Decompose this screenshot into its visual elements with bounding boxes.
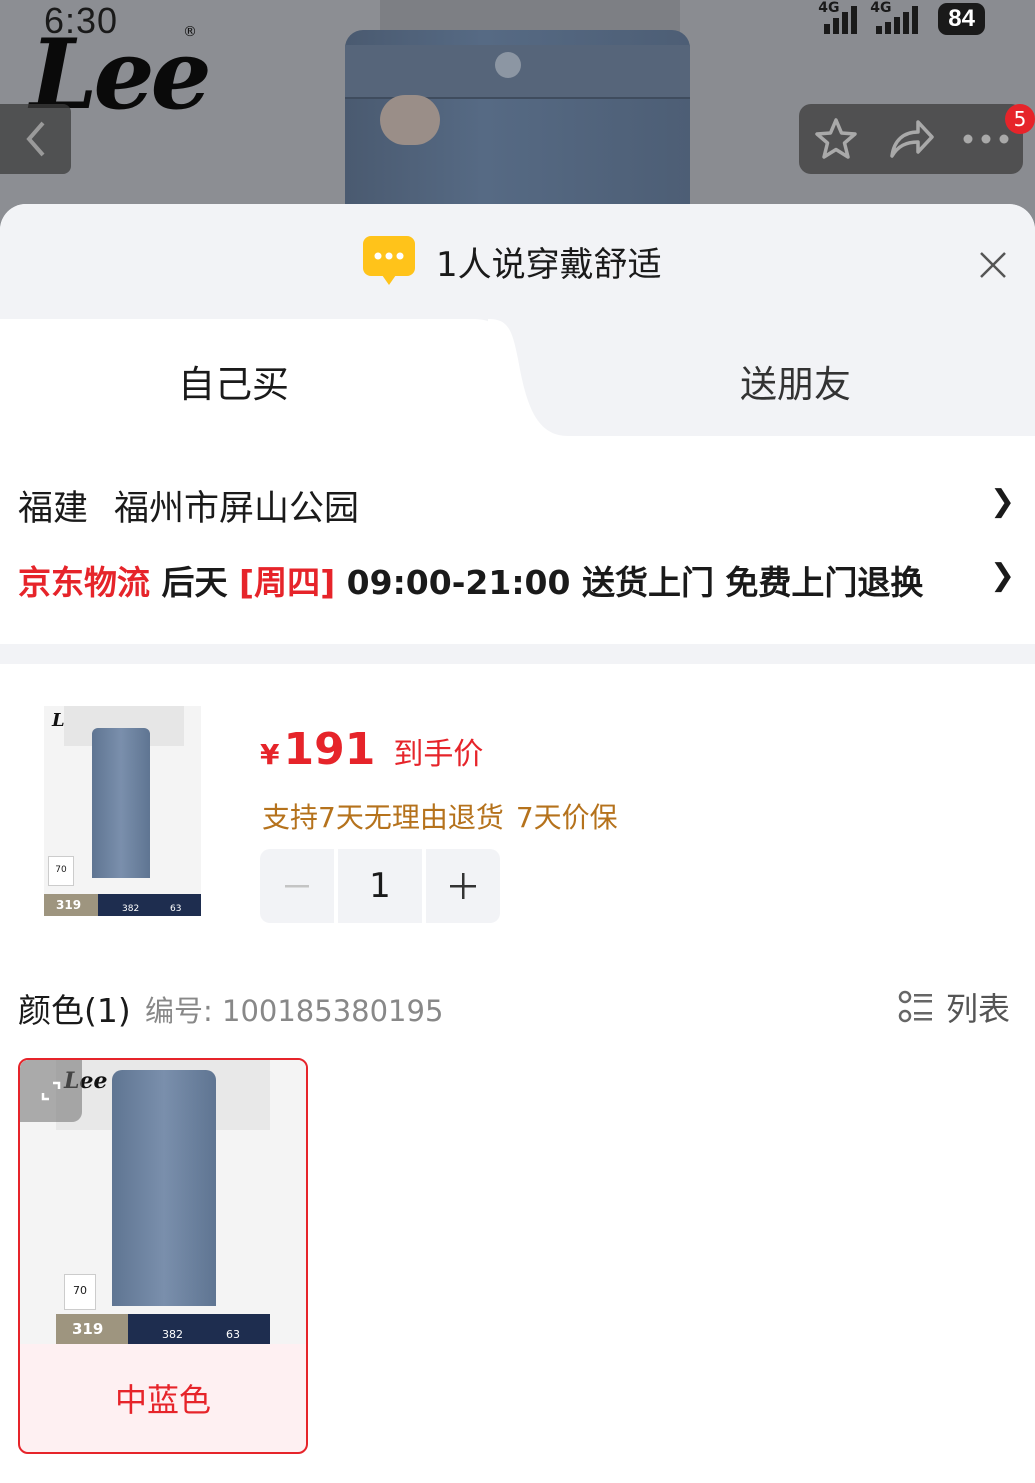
tab-curve — [488, 319, 568, 436]
chat-bubble-icon — [363, 236, 415, 285]
service-guarantees: 支持7天无理由退货 7天价保 — [262, 796, 618, 836]
quantity-value[interactable]: 1 — [338, 849, 422, 923]
address-detail: 福州市屏山公园 — [114, 489, 360, 529]
close-icon — [980, 252, 1006, 278]
quantity-stepper: 1 — [260, 849, 500, 923]
close-button[interactable] — [970, 242, 1016, 288]
chevron-right-icon-2: ❯ — [990, 558, 1016, 593]
list-label: 列表 — [946, 990, 1011, 1028]
plus-icon — [450, 873, 476, 899]
banner-hand — [380, 95, 440, 145]
signal-icon: 4G — [818, 0, 860, 34]
swatch-price: 319 — [56, 1314, 128, 1344]
star-icon — [815, 118, 858, 159]
color-option[interactable]: Lee 70 382 63 319 中蓝色 — [18, 1058, 308, 1454]
product-thumbnail[interactable]: Lee 70 382 63 319 — [44, 706, 201, 916]
expand-image-button[interactable] — [20, 1060, 82, 1122]
price-block: ¥ 191 到手价 — [260, 724, 483, 775]
list-icon — [898, 990, 932, 1023]
expand-icon — [41, 1081, 61, 1101]
thumb-price: 319 — [44, 894, 98, 916]
minus-icon — [285, 885, 309, 888]
shipping-day: 后天 — [161, 563, 228, 602]
battery-indicator: 84 — [938, 3, 985, 35]
section-divider — [0, 644, 1035, 664]
back-button[interactable] — [0, 104, 71, 174]
review-tip: 1人说穿戴舒适 — [362, 235, 662, 287]
color-option-label: 中蓝色 — [114, 1381, 211, 1419]
chevron-left-icon — [25, 121, 45, 157]
decrease-button[interactable] — [260, 849, 334, 923]
service-price-protect: 7天价保 — [515, 801, 618, 834]
thumb-jeans — [92, 728, 150, 878]
purchase-sheet: 1人说穿戴舒适 自己买 送朋友 福建 福州市屏山公园 ❯ 京东物流 后天 [周四]… — [0, 204, 1035, 1483]
price-value: 191 — [283, 724, 376, 775]
banner-button — [495, 52, 521, 78]
notification-badge: 5 — [1005, 104, 1035, 134]
list-view-toggle[interactable]: 列表 — [898, 984, 1010, 1030]
sku-number: 编号: 100185380195 — [145, 994, 444, 1028]
swatch-tag: 70 — [64, 1274, 96, 1310]
service-return: 支持7天无理由退货 — [262, 801, 504, 834]
color-heading: 颜色(1) — [18, 991, 131, 1030]
more-dots-icon — [963, 134, 1009, 144]
shipping-carrier: 京东物流 — [18, 563, 150, 602]
status-icons: 4G 4G 84 — [818, 0, 985, 38]
address-row[interactable]: 福建 福州市屏山公园 — [18, 480, 359, 531]
chevron-right-icon: ❯ — [990, 484, 1016, 519]
increase-button[interactable] — [426, 849, 500, 923]
shipping-row[interactable]: 京东物流 后天 [周四] 09:00-21:00 送货上门 免费上门退换 — [18, 556, 923, 604]
price-label: 到手价 — [393, 737, 484, 772]
price-currency: ¥ — [260, 738, 280, 771]
brand-registered-mark: ® — [183, 24, 197, 40]
review-tip-text: 1人说穿戴舒适 — [436, 244, 662, 285]
tab-buy-for-self[interactable]: 自己买 — [178, 354, 289, 408]
thumb-tag: 70 — [48, 856, 74, 886]
share-button[interactable] — [883, 111, 939, 167]
shipping-window: 09:00-21:00 送货上门 免费上门退换 — [346, 563, 924, 602]
signal-icon-2: 4G — [870, 0, 928, 34]
favorite-button[interactable] — [808, 111, 864, 167]
shipping-weekday: [周四] — [239, 563, 336, 602]
tab-send-to-friend[interactable]: 送朋友 — [740, 354, 851, 408]
address-province: 福建 — [18, 489, 89, 529]
share-icon — [890, 120, 934, 158]
swatch-jeans — [112, 1070, 216, 1306]
action-group — [799, 104, 1023, 174]
